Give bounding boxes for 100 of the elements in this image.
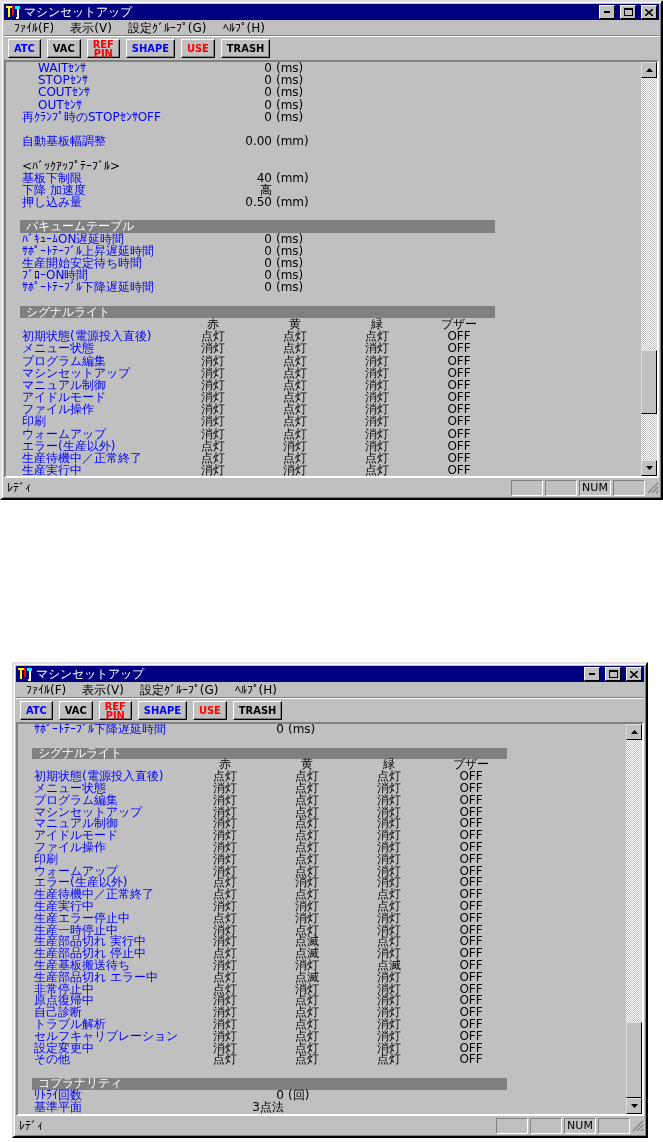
table-cell-text: OFF <box>446 439 472 452</box>
status-panel <box>598 1117 630 1134</box>
parameter-label: 押し込み量 <box>22 196 82 209</box>
parameter-label: ｻﾎﾟｰﾄﾃｰﾌﾞﾙ下降遅延時間 <box>22 281 155 294</box>
scroll-down-button[interactable] <box>626 1098 642 1114</box>
vertical-scrollbar[interactable] <box>641 62 657 476</box>
toolbar-button[interactable]: ATC <box>20 701 53 720</box>
signal-state-label: 自己診断 <box>34 1007 82 1019</box>
menu-item[interactable]: 設定ｸﾞﾙｰﾌﾟ(G) <box>131 682 227 697</box>
group-label: <ﾊﾞｯｸｱｯﾌﾟﾃｰﾌﾞﾙ> <box>22 159 122 172</box>
signal-state-label: トラブル解析 <box>34 1018 107 1031</box>
menu-item[interactable]: 表示(V) <box>74 682 132 697</box>
status-text: ﾚﾃﾞｨ <box>18 1118 44 1133</box>
table-cell-text: 消灯 <box>364 366 390 379</box>
table-cell-text: 点灯 <box>282 391 308 404</box>
scroll-thumb[interactable] <box>641 350 657 414</box>
table-cell-text: OFF <box>446 427 472 440</box>
toolbar-button[interactable]: TRASH <box>220 39 271 58</box>
section-header: バキュームテーブル <box>20 220 495 233</box>
status-panel <box>545 479 577 496</box>
table-cell-text: 点灯 <box>364 330 390 343</box>
parameter-label: COUTｾﾝｻ <box>38 86 91 99</box>
signal-state-label: 印刷 <box>34 853 59 866</box>
parameter-unit: (ms) <box>275 86 305 99</box>
signal-state-label: マニュアル制御 <box>34 818 119 831</box>
table-cell-text: 消灯 <box>376 830 402 842</box>
signal-state-label: 生産基板搬送待ち <box>34 959 130 972</box>
table-cell-text: OFF <box>458 971 484 984</box>
table-cell-text: OFF <box>459 771 484 783</box>
table-cell-text: OFF <box>446 366 472 379</box>
table-cell-text: OFF <box>458 912 484 925</box>
table-cell-text: 消灯 <box>376 948 402 960</box>
minimize-button[interactable] <box>584 667 600 681</box>
down-arrow-icon <box>630 1104 638 1108</box>
close-button[interactable] <box>626 667 642 681</box>
table-cell-text: OFF <box>458 900 484 913</box>
table-cell-text: OFF <box>458 959 484 972</box>
menu-item[interactable]: 表示(V) <box>62 20 120 35</box>
table-cell-text: 点滅 <box>376 959 402 972</box>
table-cell-text: 点灯 <box>282 403 308 416</box>
scroll-up-button[interactable] <box>626 724 642 740</box>
table-cell-text: 点灯 <box>294 1030 320 1043</box>
table-cell-text: OFF <box>458 1007 484 1019</box>
table-cell-text: 消灯 <box>212 806 238 819</box>
table-cell-text: OFF <box>458 806 484 819</box>
menu-item[interactable]: ﾍﾙﾌﾟ(H) <box>226 682 285 697</box>
toolbar-button[interactable]: SHAPE <box>125 39 175 58</box>
maximize-button[interactable] <box>620 5 636 19</box>
menu-item[interactable]: ﾌｧｲﾙ(F) <box>6 20 63 35</box>
minimize-button[interactable] <box>599 5 615 19</box>
window-title: マシンセットアップ <box>24 5 134 19</box>
table-cell-text: 消灯 <box>212 830 238 842</box>
toolbar-button[interactable]: VAC <box>46 39 81 58</box>
vertical-scrollbar[interactable] <box>626 724 642 1114</box>
signal-state-label: プログラム編集 <box>22 354 107 367</box>
table-cell-text: 点灯 <box>294 806 320 819</box>
parameter-unit: (ms) <box>275 257 305 270</box>
close-button[interactable] <box>641 5 657 19</box>
parameter-value: 0 <box>263 281 272 294</box>
app-icon <box>6 5 20 19</box>
toolbar-button[interactable]: SHAPE <box>137 701 187 720</box>
parameter-label: ﾊﾞｷｭｰﾑON遅延時間 <box>22 232 125 245</box>
status-panel <box>530 1117 562 1134</box>
scroll-up-button[interactable] <box>641 62 657 78</box>
table-cell-text: 点灯 <box>200 330 226 343</box>
toolbar-button[interactable]: TRASH <box>232 701 283 720</box>
menu-item[interactable]: 設定ｸﾞﾙｰﾌﾟ(G) <box>119 20 215 35</box>
scroll-thumb[interactable] <box>626 1022 642 1098</box>
parameter-unit: (ms) <box>275 98 305 111</box>
parameter-label: STOPｾﾝｻ <box>38 74 88 87</box>
table-cell-text: 消灯 <box>294 900 320 913</box>
app-icon <box>18 667 32 681</box>
table-cell-text: 点灯 <box>294 924 320 937</box>
scroll-down-button[interactable] <box>641 460 657 476</box>
menu-item[interactable]: ﾌｧｲﾙ(F) <box>18 682 75 697</box>
table-cell-text: 消灯 <box>376 924 402 937</box>
table-cell-text: 消灯 <box>212 841 238 854</box>
menu-item[interactable]: ﾍﾙﾌﾟ(H) <box>214 20 273 35</box>
toolbar-button[interactable]: VAC <box>58 701 93 720</box>
table-cell-text: 点灯 <box>282 342 308 355</box>
table-cell-text: OFF <box>458 818 484 831</box>
table-cell-text: 消灯 <box>212 1042 238 1055</box>
table-cell-text: OFF <box>458 877 484 890</box>
status-panel <box>511 479 543 496</box>
table-cell-text: 点灯 <box>294 1007 320 1019</box>
maximize-button[interactable] <box>605 667 621 681</box>
table-cell-text: 消灯 <box>376 783 402 795</box>
minimize-icon <box>603 11 611 13</box>
table-cell-text: 消灯 <box>200 366 226 379</box>
table-cell-text: 点灯 <box>200 439 226 452</box>
table-cell-text: OFF <box>446 452 472 465</box>
table-cell-text: OFF <box>446 464 472 476</box>
table-cell-text: 消灯 <box>212 1007 238 1019</box>
table-cell-text: 消灯 <box>200 427 226 440</box>
toolbar-button[interactable]: ATC <box>8 39 41 58</box>
signal-state-label: 生産部品切れ 停止中 <box>34 948 147 960</box>
parameter-value: 0 <box>275 724 284 736</box>
table-cell-text: OFF <box>458 1042 484 1055</box>
table-cell-text: 消灯 <box>364 415 390 428</box>
table-cell-text: 点灯 <box>294 1018 320 1031</box>
